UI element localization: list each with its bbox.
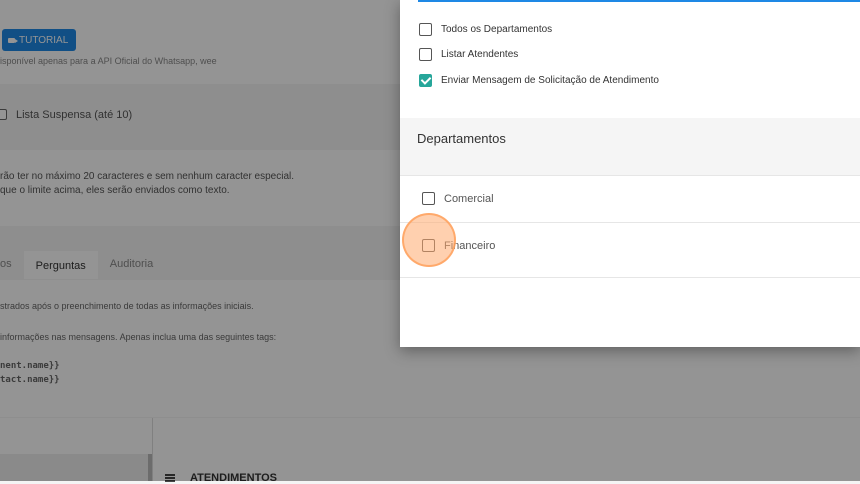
checkbox-todos-departamentos[interactable]: [419, 23, 432, 36]
option-listar-atendentes[interactable]: Listar Atendentes: [419, 48, 518, 61]
department-row-comercial[interactable]: Comercial: [400, 175, 860, 223]
option-todos-departamentos[interactable]: Todos os Departamentos: [419, 23, 552, 36]
checkbox-enviar-mensagem[interactable]: [419, 74, 432, 87]
click-indicator: [402, 213, 456, 267]
checkbox-listar-atendentes[interactable]: [419, 48, 432, 61]
option-enviar-mensagem[interactable]: Enviar Mensagem de Solicitação de Atendi…: [419, 74, 659, 87]
departments-title: Departamentos: [417, 131, 506, 146]
department-label-comercial: Comercial: [444, 193, 494, 205]
departments-modal: Todos os Departamentos Listar Atendentes…: [400, 0, 860, 347]
departments-header: Departamentos: [400, 118, 860, 175]
input-underline: [418, 0, 860, 2]
checkbox-comercial[interactable]: [422, 192, 435, 205]
department-row-financeiro[interactable]: Financeiro: [400, 222, 860, 278]
